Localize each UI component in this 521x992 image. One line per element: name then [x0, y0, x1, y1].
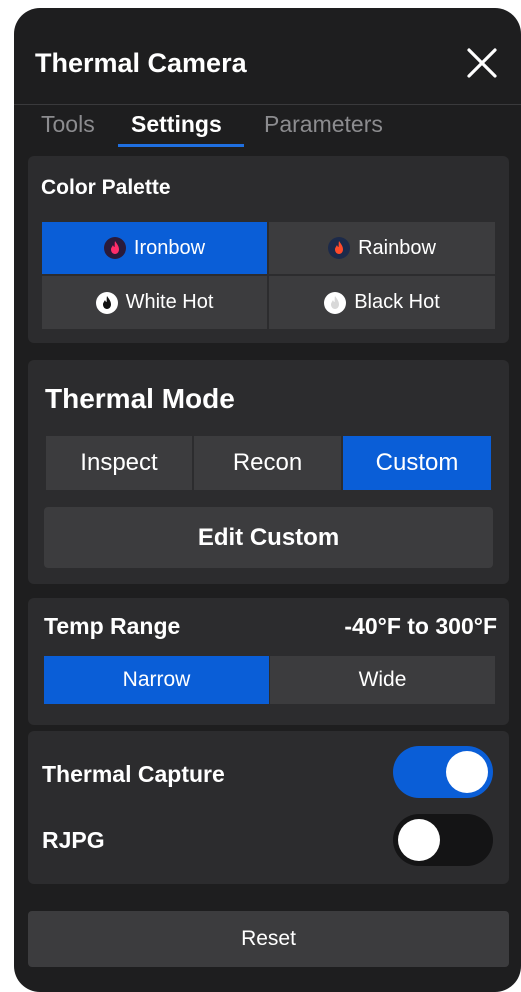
white-hot-flame-icon: [95, 291, 118, 314]
rjpg-toggle[interactable]: [393, 814, 493, 866]
palette-black-hot-label: Black Hot: [354, 291, 440, 313]
rjpg-label: RJPG: [42, 827, 105, 853]
range-wide-button[interactable]: Wide: [270, 656, 495, 704]
active-tab-indicator: [118, 144, 244, 147]
thermal-camera-panel: Thermal Camera Tools Settings Parameters…: [14, 8, 521, 992]
palette-black-hot-button[interactable]: Black Hot: [269, 276, 495, 329]
mode-inspect-button[interactable]: Inspect: [46, 436, 192, 490]
close-button[interactable]: [465, 46, 499, 80]
thermal-mode-label: Thermal Mode: [45, 383, 235, 414]
toggle-knob: [446, 751, 488, 793]
temp-range-card: Temp Range -40°F to 300°F Narrow Wide: [28, 598, 509, 725]
panel-title: Thermal Camera: [35, 48, 247, 78]
range-narrow-button[interactable]: Narrow: [44, 656, 269, 704]
black-hot-flame-icon: [324, 291, 347, 314]
palette-rainbow-label: Rainbow: [358, 236, 436, 259]
palette-rainbow-button[interactable]: Rainbow: [269, 222, 495, 275]
mode-custom-button[interactable]: Custom: [343, 436, 491, 490]
ironbow-flame-icon: [103, 237, 126, 259]
thermal-capture-label: Thermal Capture: [42, 761, 225, 787]
tab-parameters[interactable]: Parameters: [264, 111, 383, 138]
toggle-knob: [398, 819, 440, 861]
edit-custom-button[interactable]: Edit Custom: [44, 507, 493, 568]
tab-settings[interactable]: Settings: [131, 111, 222, 138]
palette-white-hot-label: White Hot: [125, 291, 214, 313]
temp-range-value: -40°F to 300°F: [344, 613, 497, 639]
mode-recon-button[interactable]: Recon: [194, 436, 341, 490]
tab-tools[interactable]: Tools: [41, 111, 95, 138]
close-icon: [467, 48, 497, 78]
capture-card: Thermal Capture RJPG: [28, 731, 509, 884]
palette-ironbow-label: Ironbow: [133, 236, 206, 259]
color-palette-card: Color Palette Ironbow Rainbow White Hot: [28, 156, 509, 343]
thermal-capture-toggle[interactable]: [393, 746, 493, 798]
rainbow-flame-icon: [328, 237, 351, 259]
tab-bar: Tools Settings Parameters: [14, 104, 521, 149]
thermal-mode-card: Thermal Mode Inspect Recon Custom Edit C…: [28, 360, 509, 584]
temp-range-label: Temp Range: [44, 613, 181, 639]
reset-button[interactable]: Reset: [28, 911, 509, 967]
palette-ironbow-button[interactable]: Ironbow: [42, 222, 268, 275]
palette-white-hot-button[interactable]: White Hot: [42, 276, 268, 329]
color-palette-label: Color Palette: [41, 176, 171, 199]
panel-header: Thermal Camera: [14, 8, 521, 104]
